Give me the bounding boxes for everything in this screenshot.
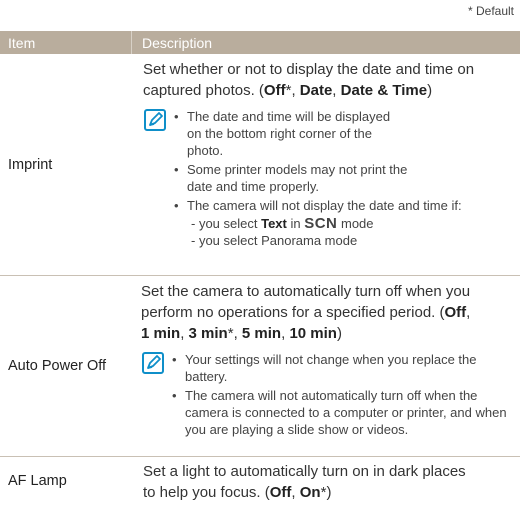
table-row-imprint: Imprint Set whether or not to display th… — [0, 54, 520, 276]
settings-table: Item Description Imprint Set whether or … — [0, 31, 520, 505]
note-list: Your settings will not change when you r… — [172, 351, 520, 440]
option-date: Date — [299, 82, 333, 99]
description-options: captured photos. (Off*, Date, Date & Tim… — [143, 80, 520, 101]
text: captured photos. ( — [143, 82, 264, 99]
option-off: Off — [269, 484, 292, 501]
note-icon — [142, 352, 164, 374]
description-line: Set a light to automatically turn on in … — [143, 463, 466, 480]
description-options: to help you focus. (Off, On*) — [143, 482, 520, 503]
option-date-time: Date & Time — [340, 82, 428, 99]
table-row-auto-power-off: Auto Power Off Set the camera to automat… — [0, 276, 520, 457]
description-options: 1 min, 3 min*, 5 min, 10 min) — [141, 323, 520, 344]
close-paren: ) — [326, 484, 332, 501]
note-block: Your settings will not change when you r… — [141, 351, 520, 440]
option-off: Off — [263, 82, 286, 99]
sep: , — [466, 304, 471, 321]
text: to help you focus. ( — [143, 484, 270, 501]
item-label: AF Lamp — [8, 473, 67, 489]
note-item: The date and time will be displayed on t… — [174, 108, 397, 159]
sub-list: - you select Text in SCN mode - you sele… — [187, 215, 462, 249]
note-block: The date and time will be displayed on t… — [143, 108, 520, 251]
note-item: The camera will not automatically turn o… — [172, 387, 520, 438]
sep: , — [291, 82, 300, 99]
note-icon — [144, 109, 166, 131]
option-off: Off — [444, 304, 467, 321]
sep: , — [233, 325, 242, 342]
option-10-min: 10 min — [289, 325, 337, 342]
item-description: Set a light to automatically turn on in … — [131, 457, 520, 505]
description-line: perform no operations for a specified pe… — [141, 302, 520, 323]
item-description: Set the camera to automatically turn off… — [129, 276, 520, 456]
option-1-min: 1 min — [141, 325, 181, 342]
item-description: Set whether or not to display the date a… — [131, 54, 520, 275]
description-line: Set whether or not to display the date a… — [143, 61, 475, 78]
text: mode — [337, 216, 374, 231]
table-row-af-lamp: AF Lamp Set a light to automatically tur… — [0, 457, 520, 505]
note-item: The camera will not display the date and… — [174, 197, 462, 249]
sub-item: - you select Panorama mode — [191, 233, 358, 248]
text: perform no operations for a specified pe… — [141, 304, 445, 321]
text: - you select — [191, 216, 262, 231]
option-3-min: 3 min — [188, 325, 228, 342]
item-label: Auto Power Off — [8, 358, 107, 374]
option-5-min: 5 min — [241, 325, 282, 342]
sep: , — [291, 484, 300, 501]
text: in — [286, 216, 305, 231]
option-on: On — [299, 484, 321, 501]
header-item: Item — [8, 34, 36, 51]
item-label: Imprint — [8, 156, 53, 173]
note-item: Some printer models may not print the da… — [174, 161, 417, 195]
sep: , — [180, 325, 189, 342]
text-option: Text — [261, 216, 287, 231]
sub-item: - you select Text in SCN mode — [191, 215, 462, 232]
close-paren: ) — [336, 325, 342, 342]
table-header: Item Description — [0, 31, 520, 54]
note-item: Your settings will not change when you r… — [172, 351, 515, 385]
note-text: The camera will not display the date and… — [187, 198, 462, 213]
header-description: Description — [131, 31, 520, 54]
close-paren: ) — [427, 82, 433, 99]
scn-mode-icon: SCN — [304, 215, 338, 232]
sep: , — [332, 82, 341, 99]
description-line: Set the camera to automatically turn off… — [141, 283, 471, 300]
note-list: The date and time will be displayed on t… — [174, 108, 462, 251]
default-note: * Default — [467, 4, 514, 18]
